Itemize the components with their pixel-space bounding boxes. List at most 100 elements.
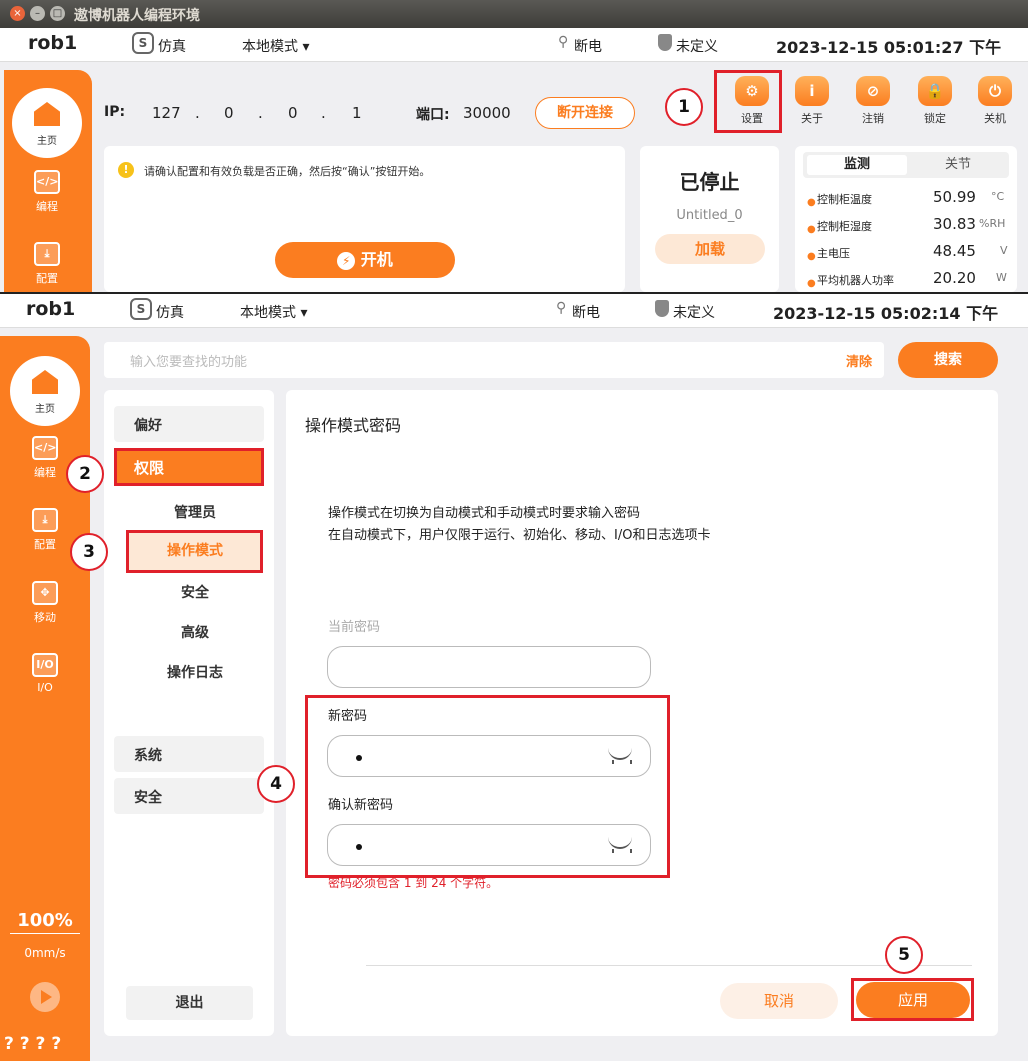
menu-safety[interactable]: 安全 — [114, 778, 264, 814]
nav-home[interactable]: 主页 — [12, 88, 82, 158]
speed-percent: 100% — [10, 910, 80, 934]
ip-dot: . — [321, 104, 326, 122]
nav-program[interactable]: </> 编程 — [12, 170, 82, 214]
lock-button[interactable]: 🔒 锁定 — [910, 76, 960, 126]
current-password-input[interactable] — [327, 646, 651, 688]
logout-tool-button[interactable]: ⊘ 注销 — [848, 76, 898, 126]
tab-monitor[interactable]: 监测 — [807, 155, 907, 175]
settings-menu-panel — [104, 390, 274, 1036]
highlight-box-passwords — [305, 695, 670, 878]
highlight-box-settings — [714, 70, 782, 133]
startup-notice: 请确认配置和有效负载是否正确，然后按“确认”按钮开始。 — [144, 165, 431, 178]
shield-icon — [658, 34, 672, 51]
play-icon — [41, 990, 52, 1004]
safety-status: 未定义 — [673, 305, 715, 321]
ip-label: IP: — [104, 104, 126, 120]
shutdown-button[interactable]: ⏻ 关机 — [970, 76, 1020, 126]
power-status: 断电 — [572, 305, 600, 321]
nav-io[interactable]: I/O I/O — [10, 653, 80, 694]
step-marker-1: 1 — [665, 88, 703, 126]
download-icon: ⤓ — [32, 508, 58, 532]
nav-config[interactable]: ⤓ 配置 — [12, 242, 82, 286]
home-icon — [34, 102, 60, 126]
description-line-1: 操作模式在切换为自动模式和手动模式时要求输入密码 — [328, 506, 641, 521]
lightning-icon: ⚡ — [337, 252, 356, 270]
metric-row: ● 主电压 48.45 V — [807, 242, 1008, 262]
download-icon: ⤓ — [34, 242, 60, 266]
load-button[interactable]: 加载 — [655, 234, 765, 264]
nav-home[interactable]: 主页 — [10, 356, 80, 426]
power-icon: ⏻ — [978, 76, 1012, 106]
about-button[interactable]: i 关于 — [787, 76, 837, 126]
power-on-button[interactable]: ⚡ 开机 — [275, 242, 455, 278]
metric-row: ● 控制柜湿度 30.83 %RH — [807, 215, 1006, 235]
metric-row: ● 控制柜温度 50.99 °C — [807, 188, 1005, 208]
highlight-box-permissions — [114, 448, 264, 486]
robot-name: rob1 — [26, 298, 76, 320]
submenu-advanced[interactable]: 高级 — [130, 622, 260, 642]
search-input[interactable]: 输入您要查找的功能 — [130, 351, 247, 370]
startup-panel: ! 请确认配置和有效负载是否正确，然后按“确认”按钮开始。 ⚡ 开机 — [104, 146, 625, 292]
search-button[interactable]: 搜索 — [898, 342, 998, 378]
lock-icon: 🔒 — [918, 76, 952, 106]
submenu-security[interactable]: 安全 — [130, 582, 260, 602]
play-button[interactable] — [30, 982, 60, 1012]
io-icon: I/O — [32, 653, 58, 677]
simulation-icon: S — [130, 298, 152, 320]
step-marker-4: 4 — [257, 765, 295, 803]
ip-octet-1[interactable]: 127 — [152, 104, 181, 122]
logout-icon: ⊘ — [856, 76, 890, 106]
submenu-op-log[interactable]: 操作日志 — [130, 662, 260, 682]
datetime: 2023-12-15 05:01:27 下午 — [776, 38, 1002, 57]
step-marker-5: 5 — [885, 936, 923, 974]
search-bar: 输入您要查找的功能 清除 — [104, 342, 884, 378]
power-status: 断电 — [574, 39, 602, 55]
disconnect-button[interactable]: 断开连接 — [535, 97, 635, 129]
move-icon: ✥ — [32, 581, 58, 605]
monitor-panel: 监测 关节 ● 控制柜温度 50.99 °C ● 控制柜湿度 30.83 %RH… — [795, 146, 1017, 292]
speed-value: 0mm/s — [24, 946, 66, 960]
nav-config[interactable]: ⤓ 配置 — [10, 508, 80, 552]
top-status-bar: rob1 S 仿真 本地模式 ▾ ⚲ 断电 未定义 2023-12-15 05:… — [0, 28, 1028, 62]
info-icon: i — [795, 76, 829, 106]
port-label: 端口: — [416, 107, 450, 123]
menu-system[interactable]: 系统 — [114, 736, 264, 772]
footer-divider — [366, 965, 972, 966]
program-name: Untitled_0 — [676, 208, 743, 223]
nav-move[interactable]: ✥ 移动 — [10, 581, 80, 625]
clear-button[interactable]: 清除 — [846, 351, 872, 370]
tab-joints[interactable]: 关节 — [911, 155, 1005, 175]
simulation-label: 仿真 — [156, 305, 184, 321]
safety-status: 未定义 — [676, 39, 718, 55]
program-state-panel: 已停止 Untitled_0 加载 — [640, 146, 779, 292]
code-icon: </> — [34, 170, 60, 194]
simulation-label: 仿真 — [158, 39, 186, 55]
ip-octet-3[interactable]: 0 — [288, 104, 298, 122]
close-window-button[interactable]: × — [10, 6, 25, 21]
port-value[interactable]: 30000 — [463, 104, 511, 122]
mode-dropdown[interactable]: 本地模式 ▾ — [242, 36, 309, 56]
description-line-2: 在自动模式下，用户仅限于运行、初始化、移动、I/O和日志选项卡 — [328, 528, 711, 543]
ip-octet-2[interactable]: 0 — [224, 104, 234, 122]
code-icon: </> — [32, 436, 58, 460]
page-title: 操作模式密码 — [305, 416, 402, 435]
shield-icon — [655, 300, 669, 317]
minimize-window-button[interactable]: – — [30, 6, 45, 21]
mode-dropdown[interactable]: 本地模式 ▾ — [240, 302, 307, 322]
help-marks: ? ? ? ? — [4, 1034, 62, 1054]
highlight-box-apply — [851, 978, 974, 1021]
highlight-box-op-mode — [126, 530, 263, 573]
window-title: 遨博机器人编程环境 — [74, 8, 200, 24]
maximize-window-button[interactable]: □ — [50, 6, 65, 21]
cancel-button[interactable]: 取消 — [720, 983, 838, 1019]
logout-button[interactable]: 退出 — [126, 986, 253, 1020]
metric-row: ● 平均机器人功率 20.20 W — [807, 269, 1007, 289]
ip-dot: . — [258, 104, 263, 122]
window-titlebar: × – □ 遨博机器人编程环境 — [0, 0, 1028, 28]
submenu-admin[interactable]: 管理员 — [130, 502, 260, 522]
step-marker-2: 2 — [66, 455, 104, 493]
bottom-sidebar: 主页 </> 编程 ⤓ 配置 ✥ 移动 I/O I/O 100% 0mm/s ?… — [0, 336, 90, 1061]
menu-preferences[interactable]: 偏好 — [114, 406, 264, 442]
home-icon — [32, 370, 58, 394]
ip-octet-4[interactable]: 1 — [352, 104, 362, 122]
